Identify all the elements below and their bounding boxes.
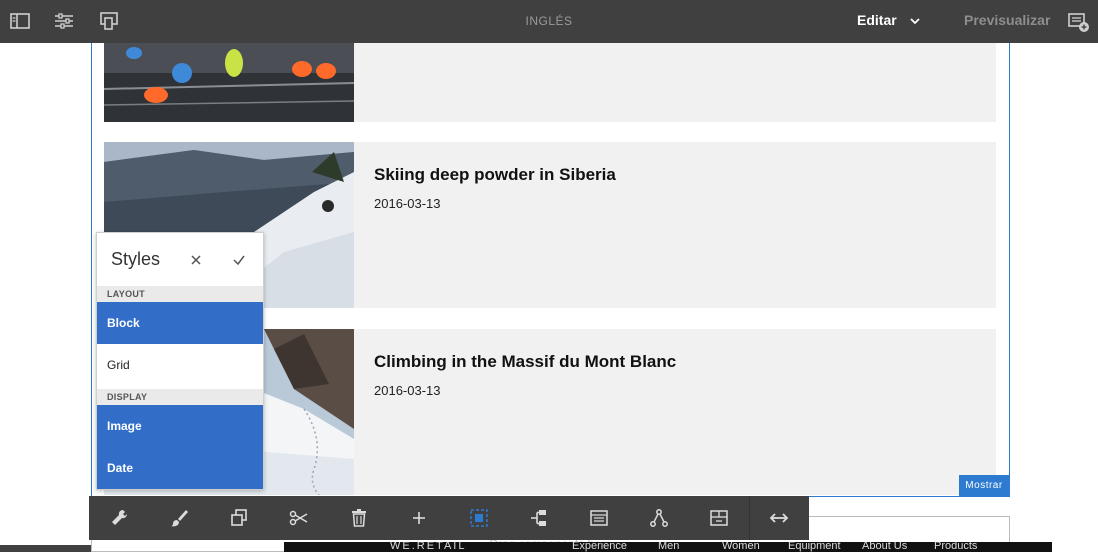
layout-icon[interactable]	[689, 496, 749, 540]
paintbrush-icon[interactable]	[149, 496, 209, 540]
style-option-image[interactable]: Image	[97, 405, 263, 447]
style-option-grid[interactable]: Grid	[97, 344, 263, 386]
footer-nav-item[interactable]: Men	[658, 542, 679, 552]
resize-icon[interactable]	[749, 496, 809, 540]
annotations-icon[interactable]	[1068, 11, 1090, 33]
list-item[interactable]	[104, 43, 996, 122]
style-option-block[interactable]: Block	[97, 302, 263, 344]
section-header-display: DISPLAY	[97, 389, 263, 405]
page-language-title: INGLÉS	[525, 14, 573, 28]
footer-nav-item[interactable]: Experience	[572, 542, 627, 552]
fork-icon[interactable]	[629, 496, 689, 540]
component-toolbar	[89, 496, 809, 540]
plus-icon[interactable]	[389, 496, 449, 540]
styles-popover: Styles LAYOUT Block Grid DISPLAY Image D…	[96, 232, 264, 490]
top-toolbar: INGLÉS Editar Previsualizar	[0, 0, 1098, 43]
section-header-layout: LAYOUT	[97, 286, 263, 302]
card-date: 2016-03-13	[374, 383, 441, 398]
card-title: Climbing in the Massif du Mont Blanc	[374, 352, 677, 371]
chevron-down-icon[interactable]	[908, 14, 922, 28]
select-parent-icon[interactable]	[449, 496, 509, 540]
footer-nav-item[interactable]: About Us	[862, 542, 907, 552]
footer-brand: WE.RETAIL	[390, 542, 467, 552]
preview-button[interactable]: Previsualizar	[964, 12, 1050, 28]
styles-popover-title: Styles	[111, 249, 161, 269]
list-icon[interactable]	[569, 496, 629, 540]
card-title: Skiing deep powder in Siberia	[374, 165, 616, 184]
footer-nav-item[interactable]: Products	[934, 542, 977, 552]
style-option-date[interactable]: Date	[97, 447, 263, 489]
wrench-icon[interactable]	[89, 496, 149, 540]
component-label-badge: Mostrar	[959, 475, 1009, 496]
footer-nav-item[interactable]: Equipment	[788, 542, 841, 552]
trash-icon[interactable]	[329, 496, 389, 540]
card-image	[104, 43, 354, 122]
scissors-icon[interactable]	[269, 496, 329, 540]
styles-popover-header: Styles	[97, 233, 263, 287]
close-icon[interactable]	[187, 251, 205, 269]
footer-nav-item[interactable]: Women	[722, 542, 760, 552]
group-icon[interactable]	[509, 496, 569, 540]
copy-icon[interactable]	[209, 496, 269, 540]
card-date: 2016-03-13	[374, 196, 441, 211]
footer-left-bar	[0, 545, 91, 552]
site-footer-nav: WE.RETAIL Experience Men Women Equipment…	[284, 542, 1052, 552]
check-icon[interactable]	[230, 251, 248, 269]
mode-selector-label[interactable]: Editar	[857, 12, 897, 28]
